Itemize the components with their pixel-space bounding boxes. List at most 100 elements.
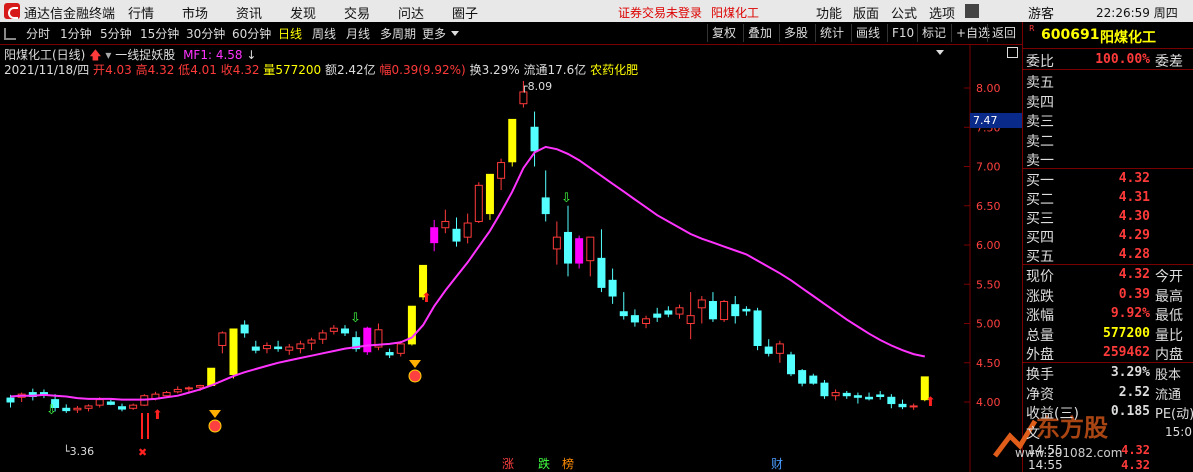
tick-time: 14:55: [1028, 443, 1063, 457]
stat-value: 259462: [1103, 345, 1150, 360]
weibi-value: 100.00%: [1095, 52, 1150, 67]
candle-body: [173, 388, 182, 393]
app-logo-icon: [4, 3, 20, 19]
candle-body: [898, 403, 907, 408]
period-tab-active[interactable]: 日线: [278, 25, 302, 42]
buy-level-price: 4.28: [1118, 247, 1150, 262]
menu-item[interactable]: 行情: [128, 3, 154, 22]
candle-body: [463, 222, 472, 238]
stat-label: PE(动): [1155, 407, 1193, 422]
toolbar-button[interactable]: 标记: [917, 24, 950, 42]
toolbar-button[interactable]: 叠加: [743, 24, 776, 42]
candle-body: [452, 228, 461, 242]
stat-value: 9.92%: [1110, 306, 1150, 321]
period-tab[interactable]: 更多: [422, 25, 446, 42]
candle-body: [775, 343, 784, 354]
menu-item[interactable]: 公式: [891, 3, 917, 22]
menu-item[interactable]: 资讯: [236, 3, 262, 22]
low-price-label: └3.36: [63, 445, 95, 458]
sell-level-label: 卖四: [1026, 94, 1054, 111]
candle-body: [363, 327, 372, 353]
stat-label: 今开: [1155, 269, 1183, 285]
candlestick-chart[interactable]: 8.007.507.006.506.005.505.004.504.00 ⇩⇩⇩…: [0, 44, 1022, 472]
period-tab[interactable]: 5分钟: [100, 25, 132, 42]
coin-signal-icon: [408, 369, 422, 383]
candle-body: [329, 327, 338, 332]
buy-level-price: 4.31: [1118, 190, 1150, 205]
stat-label: 量比: [1155, 327, 1183, 344]
low-price-value: 3.36: [69, 445, 95, 458]
bottom-mark[interactable]: 涨: [502, 455, 514, 472]
menu-item[interactable]: 市场: [182, 3, 208, 22]
stat-label: 涨幅: [1026, 308, 1054, 324]
stat-label: 收益(三): [1026, 406, 1079, 422]
candle-body: [708, 301, 717, 320]
candle-body: [686, 315, 695, 324]
menu-item[interactable]: 问达: [398, 3, 424, 22]
quote-name: 阳煤化工: [1100, 30, 1156, 46]
period-tab[interactable]: 15分钟: [140, 25, 179, 42]
candle-body: [430, 227, 439, 244]
y-tick-label: 6.50: [976, 200, 1001, 213]
divider: [1023, 48, 1193, 49]
candle-body: [564, 231, 572, 264]
buy-level-price: 4.29: [1118, 228, 1150, 243]
candle-body: [731, 304, 740, 317]
candle-body: [608, 279, 617, 297]
candle-body: [820, 382, 829, 397]
stat-label: 最高: [1155, 288, 1183, 305]
candle-body: [385, 352, 394, 356]
period-tab[interactable]: 30分钟: [186, 25, 225, 42]
candle-body: [630, 315, 639, 323]
sell-level-label: 卖二: [1026, 133, 1054, 150]
candle-body: [341, 328, 349, 334]
candle-body: [474, 184, 483, 222]
menu-item[interactable]: 版面: [853, 3, 879, 22]
menu-item[interactable]: 发现: [290, 3, 316, 22]
bottom-mark[interactable]: 跌: [538, 455, 550, 472]
high-price-label: ┌8.09: [521, 80, 553, 93]
limit-marker: [147, 413, 149, 439]
stat-value: 4.32: [1118, 267, 1150, 282]
down-arrow-signal-icon: ⇩: [46, 403, 57, 418]
stat-label: 最低: [1155, 308, 1183, 324]
bottom-mark[interactable]: 财: [771, 455, 783, 472]
toolbar-button[interactable]: 统计: [815, 24, 848, 42]
period-tab[interactable]: 月线: [346, 25, 370, 42]
toolbar-button[interactable]: 返回: [987, 24, 1020, 42]
stock-title: 阳煤化工: [711, 6, 760, 20]
buy-level-price: 4.30: [1118, 209, 1150, 224]
sell-level-label: 卖五: [1026, 75, 1054, 91]
toolbar-button[interactable]: F10: [887, 24, 918, 42]
period-tab[interactable]: 周线: [312, 25, 336, 42]
candle-body: [798, 370, 807, 384]
period-tab[interactable]: 分时: [26, 25, 50, 42]
stat-label: 内盘: [1155, 347, 1183, 363]
buy-level-label: 买一: [1026, 173, 1054, 189]
bottom-mark[interactable]: 榜: [562, 455, 574, 472]
candle-body: [106, 401, 115, 405]
candles: [6, 80, 929, 413]
collapse-icon[interactable]: [4, 28, 16, 40]
y-tick-label: 7.00: [976, 161, 1001, 174]
period-tab[interactable]: 60分钟: [232, 25, 271, 42]
menu-item[interactable]: 交易: [344, 3, 370, 22]
candle-body: [196, 385, 205, 388]
menu-item[interactable]: 选项: [929, 3, 955, 22]
candle-body: [285, 346, 294, 351]
more-dropdown-icon[interactable]: [451, 31, 459, 36]
candle-body: [240, 324, 249, 334]
toolbar-button[interactable]: 多股: [779, 24, 812, 42]
period-tab[interactable]: 1分钟: [60, 25, 92, 42]
stat-label: 外盘: [1026, 347, 1054, 363]
menu-item[interactable]: 圈子: [452, 3, 478, 22]
login-notice[interactable]: 证券交易未登录: [618, 4, 702, 21]
candle-body: [865, 396, 874, 400]
gem-signal-icon: [409, 360, 421, 368]
user-name[interactable]: 游客: [1028, 3, 1054, 22]
menu-item[interactable]: 功能: [816, 3, 842, 22]
toolbar-button[interactable]: 复权: [707, 24, 740, 42]
toolbar-button[interactable]: 画线: [851, 24, 884, 42]
title-bar: 通达信金融终端 行情 市场 资讯 发现 交易 问达 圈子 证券交易未登录 阳煤化…: [0, 0, 1193, 23]
period-tab[interactable]: 多周期: [380, 25, 416, 42]
